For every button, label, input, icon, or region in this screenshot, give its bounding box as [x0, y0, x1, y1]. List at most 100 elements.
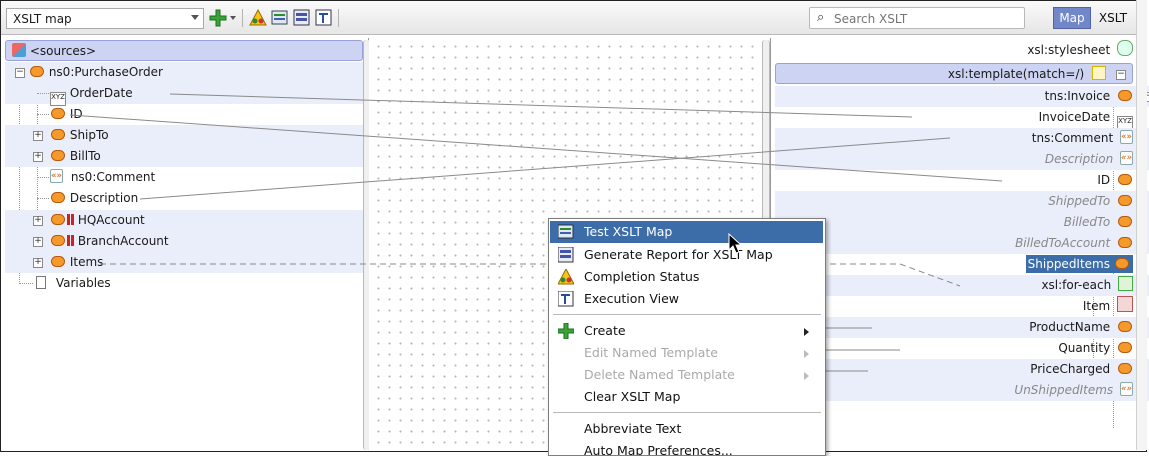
- tree-node-label: BilledTo: [1063, 215, 1111, 229]
- tree-node-label: Items: [69, 255, 104, 269]
- tree-node[interactable]: Quantity: [775, 338, 1149, 359]
- tree-node[interactable]: ShippedItems −: [775, 254, 1149, 275]
- test-map-icon: [558, 224, 574, 239]
- vertical-scrollbar[interactable]: [1136, 0, 1147, 450]
- plus-icon: [558, 323, 574, 339]
- collapse-toggle[interactable]: −: [15, 68, 25, 78]
- chevron-down-icon: [230, 16, 236, 20]
- tree-node[interactable]: + HQAccount: [5, 210, 363, 231]
- menu-item-edit-named-template[interactable]: Edit Named Template: [550, 342, 823, 364]
- tree-node[interactable]: ID: [775, 170, 1149, 191]
- tree-node[interactable]: xsl:stylesheet: [775, 40, 1133, 61]
- menu-item-label: Test XSLT Map: [584, 224, 673, 239]
- expand-toggle[interactable]: +: [33, 258, 43, 268]
- for-each-icon: [1118, 276, 1133, 291]
- tree-node[interactable]: BilledToAccount +: [775, 233, 1149, 254]
- execution-view-button[interactable]: [314, 8, 334, 28]
- test-map-icon: [271, 10, 288, 25]
- menu-item-test-xslt-map[interactable]: Test XSLT Map: [550, 221, 823, 243]
- comment-icon: [1120, 379, 1133, 400]
- tree-node[interactable]: XYZ OrderDate: [5, 83, 363, 106]
- view-select[interactable]: XSLT map: [6, 8, 204, 29]
- expand-toggle[interactable]: +: [33, 131, 43, 141]
- sources-root[interactable]: <sources>: [5, 40, 363, 61]
- tree-node[interactable]: + ShipTo: [5, 125, 363, 146]
- template-icon: [1092, 66, 1106, 80]
- choice-marker-icon: [67, 214, 70, 225]
- completion-status-button[interactable]: [248, 8, 268, 28]
- expand-toggle[interactable]: +: [33, 237, 43, 247]
- add-dropdown-button[interactable]: [228, 8, 238, 28]
- tree-node[interactable]: PriceCharged: [775, 359, 1149, 380]
- map-view-toggle[interactable]: Map: [1053, 7, 1091, 29]
- tree-node[interactable]: Variables: [5, 273, 363, 294]
- warning-icon: [558, 269, 574, 285]
- tree-node[interactable]: BilledTo +: [775, 212, 1149, 233]
- tree-node[interactable]: xsl:for-each −: [775, 275, 1149, 296]
- expand-toggle[interactable]: +: [33, 216, 43, 226]
- tree-node[interactable]: UnShippedItems +: [775, 379, 1149, 401]
- menu-item-label: Create: [584, 323, 626, 338]
- element-icon: [50, 192, 66, 203]
- tree-line: [37, 198, 49, 199]
- tree-line: [19, 283, 33, 284]
- menu-item-label: Clear XSLT Map: [584, 389, 681, 404]
- menu-item-generate-report[interactable]: Generate Report for XSLT Map: [550, 244, 823, 266]
- search-input[interactable]: [832, 10, 1021, 28]
- tree-line: [37, 93, 49, 94]
- element-icon: [50, 150, 66, 161]
- search-box[interactable]: ⌕: [809, 7, 1025, 29]
- collapse-toggle[interactable]: −: [1116, 70, 1126, 80]
- tree-line: [37, 177, 49, 178]
- menu-item-label: Delete Named Template: [584, 367, 735, 382]
- add-button[interactable]: [208, 8, 228, 28]
- tree-node[interactable]: + Items: [5, 252, 363, 273]
- tree-line: [37, 114, 49, 115]
- tree-node[interactable]: tns:Comment: [775, 127, 1149, 149]
- menu-item-delete-named-template[interactable]: Delete Named Template: [550, 364, 823, 386]
- execution-view-icon: [558, 291, 574, 307]
- repeating-element-icon: [1117, 296, 1133, 312]
- chevron-down-icon: [191, 15, 199, 20]
- menu-item-abbreviate-text[interactable]: Abbreviate Text: [550, 418, 823, 440]
- element-icon: [1117, 237, 1133, 248]
- expand-toggle[interactable]: +: [33, 152, 43, 162]
- plus-icon: [209, 9, 227, 27]
- menu-item-execution-view[interactable]: Execution View: [550, 288, 823, 310]
- tree-node-label: OrderDate: [69, 86, 133, 100]
- tree-node[interactable]: − ns0:PurchaseOrder: [5, 62, 363, 83]
- element-icon: [1117, 216, 1133, 227]
- report-button[interactable]: [292, 8, 312, 28]
- menu-item-create[interactable]: Create: [550, 320, 823, 342]
- menu-item-clear-xslt-map[interactable]: Clear XSLT Map: [550, 386, 823, 408]
- tree-node[interactable]: xsl:template(match=/) −: [775, 63, 1133, 84]
- comment-icon: [1120, 127, 1133, 148]
- tree-node-label: ID: [69, 107, 83, 121]
- xslt-view-toggle[interactable]: XSLT: [1093, 7, 1133, 29]
- tree-node[interactable]: ShippedTo +: [775, 191, 1149, 212]
- element-icon: [50, 256, 66, 267]
- tree-node[interactable]: + BillTo: [5, 146, 363, 167]
- submenu-arrow-icon: [804, 350, 809, 358]
- tree-node[interactable]: ID: [5, 104, 363, 125]
- tree-node-label: ns0:PurchaseOrder: [48, 65, 163, 79]
- tree-node[interactable]: Item −: [775, 296, 1149, 317]
- test-xslt-button[interactable]: [270, 8, 290, 28]
- tree-node[interactable]: tns:Invoice −: [775, 86, 1149, 107]
- menu-divider: [553, 412, 821, 413]
- tree-node-label: tns:Comment: [1031, 131, 1114, 145]
- menu-item-completion-status[interactable]: Completion Status: [550, 266, 823, 288]
- tree-node[interactable]: Description: [775, 148, 1149, 170]
- tree-node[interactable]: ns0:Comment: [5, 166, 363, 188]
- tree-node-label: Description: [69, 191, 139, 205]
- sources-root-label: <sources>: [29, 44, 97, 58]
- toolbar-divider: [242, 9, 243, 27]
- sources-icon: [12, 43, 26, 57]
- tree-node[interactable]: InvoiceDate XYZ: [775, 107, 1149, 130]
- tree-node[interactable]: Description: [5, 188, 363, 209]
- warning-icon: [249, 9, 267, 26]
- tree-node-label: HQAccount: [77, 213, 145, 227]
- tree-node-label: BranchAccount: [77, 234, 169, 248]
- tree-node[interactable]: ProductName: [775, 317, 1149, 338]
- tree-node[interactable]: + BranchAccount: [5, 231, 363, 252]
